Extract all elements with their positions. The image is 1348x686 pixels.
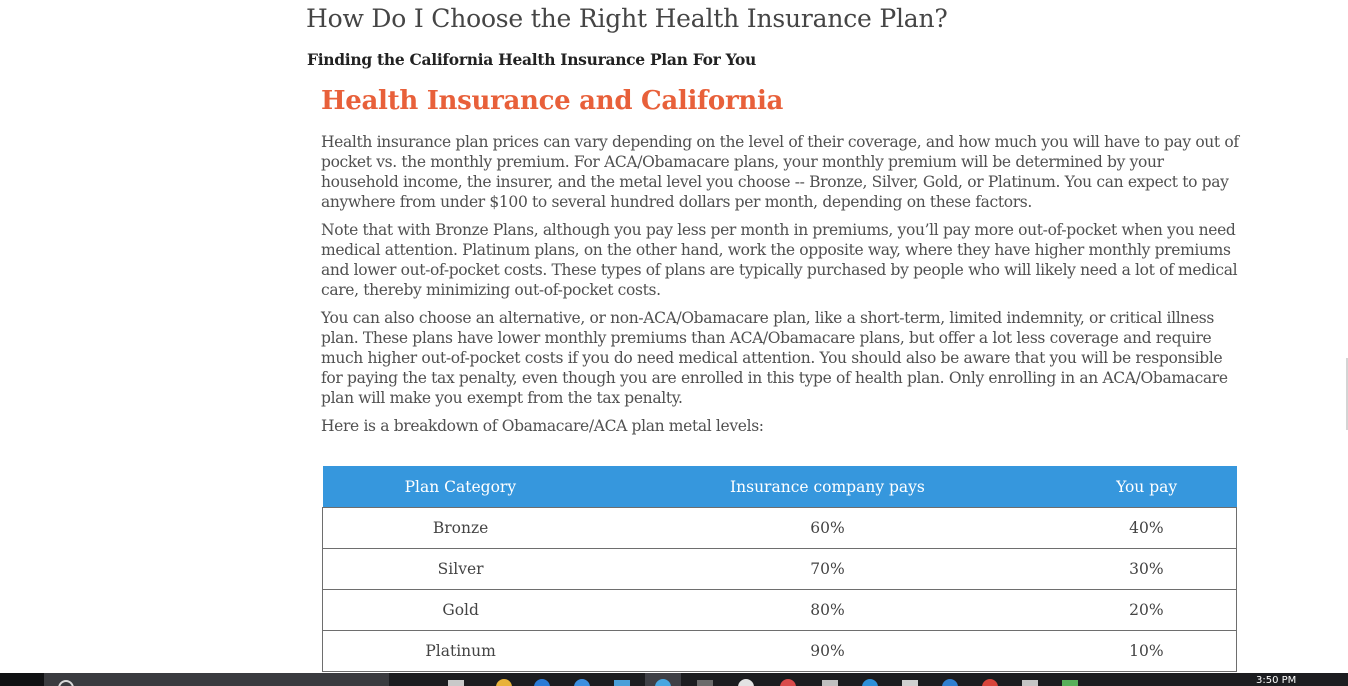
windows-taskbar: 3:50 PM <box>0 673 1348 686</box>
task-view-icon[interactable] <box>448 680 464 686</box>
settings-icon[interactable] <box>738 679 754 686</box>
table-header-row: Plan Category Insurance company pays You… <box>322 466 1237 508</box>
notes-icon[interactable] <box>822 680 838 686</box>
music-icon[interactable] <box>982 679 998 686</box>
plan-category-cell: Silver <box>322 548 599 590</box>
page-subtitle: Finding the California Health Insurance … <box>307 50 756 69</box>
paragraph-bronze-platinum: Note that with Bronze Plans, although yo… <box>321 221 1238 299</box>
you-pay-cell: 20% <box>1056 589 1237 631</box>
photos-icon[interactable] <box>1022 680 1038 686</box>
insurance-pays-cell: 60% <box>598 507 1057 549</box>
paragraph-pricing: Health insurance plan prices can vary de… <box>321 133 1239 211</box>
you-pay-cell: 10% <box>1056 630 1237 672</box>
taskbar-clock[interactable]: 3:50 PM <box>1256 676 1296 686</box>
insurance-pays-cell: 80% <box>598 589 1057 631</box>
insurance-pays-cell: 70% <box>598 548 1057 590</box>
table-row: Platinum 90% 10% <box>322 630 1237 672</box>
cloud-icon[interactable] <box>942 679 958 686</box>
plan-category-cell: Bronze <box>322 507 599 549</box>
spreadsheet-icon[interactable] <box>1062 680 1078 686</box>
table-row: Silver 70% 30% <box>322 548 1237 590</box>
terminal-icon[interactable] <box>697 680 713 686</box>
table-row: Gold 80% 20% <box>322 589 1237 631</box>
you-pay-cell: 30% <box>1056 548 1237 590</box>
article-body: Health insurance plan prices can vary de… <box>321 132 1239 444</box>
header-plan-category: Plan Category <box>322 466 599 508</box>
plan-category-cell: Gold <box>322 589 599 631</box>
windows-start-icon[interactable] <box>0 673 44 686</box>
header-insurance-pays: Insurance company pays <box>598 466 1057 508</box>
mail-icon[interactable] <box>614 680 630 686</box>
section-heading: Health Insurance and California <box>321 86 784 116</box>
you-pay-cell: 40% <box>1056 507 1237 549</box>
table-row: Bronze 60% 40% <box>322 507 1237 549</box>
media-icon[interactable] <box>780 679 796 686</box>
page-title: How Do I Choose the Right Health Insuran… <box>306 4 948 33</box>
browser-icon[interactable] <box>862 679 878 686</box>
metal-levels-table: Plan Category Insurance company pays You… <box>322 466 1237 672</box>
store-icon[interactable] <box>574 679 590 686</box>
file-explorer-icon[interactable] <box>496 679 512 686</box>
search-icon <box>58 680 74 686</box>
paragraph-breakdown-intro: Here is a breakdown of Obamacare/ACA pla… <box>321 417 764 435</box>
header-you-pay: You pay <box>1056 466 1237 508</box>
taskbar-search-box[interactable] <box>44 673 389 686</box>
plan-category-cell: Platinum <box>322 630 599 672</box>
insurance-pays-cell: 90% <box>598 630 1057 672</box>
paragraph-alternative-plans: You can also choose an alternative, or n… <box>321 309 1228 407</box>
document-icon[interactable] <box>902 680 918 686</box>
edge-icon[interactable] <box>534 679 550 686</box>
